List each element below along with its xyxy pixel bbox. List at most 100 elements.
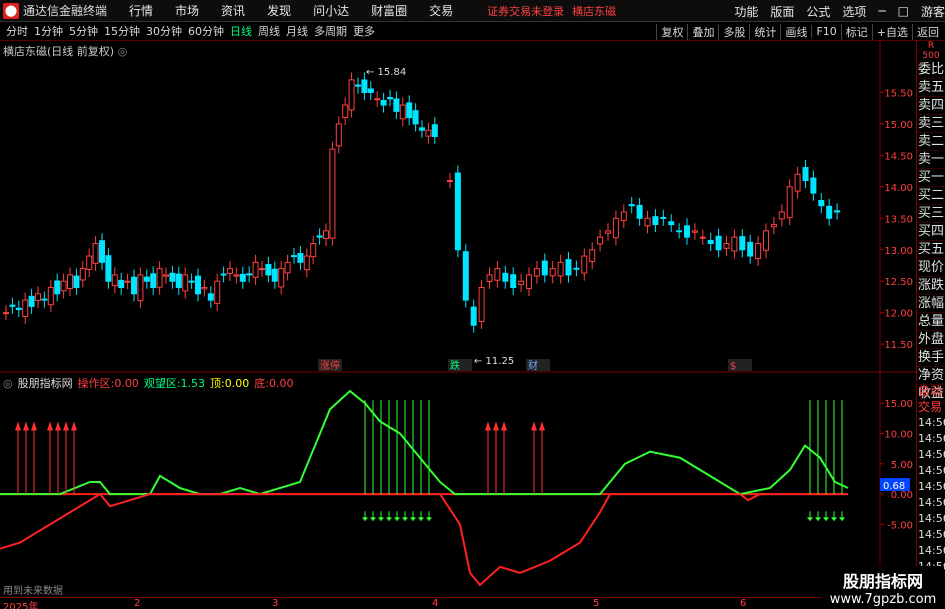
ind-tick-label-1: 10.00	[884, 429, 913, 440]
ind-tick-label-2: 5.00	[891, 460, 913, 471]
candle-b-body-5	[486, 274, 493, 282]
candle-a-body-22	[143, 276, 150, 282]
candle-b-body-42	[778, 211, 785, 220]
settings-icon[interactable]: ◎	[118, 45, 128, 58]
marker-1: 跌	[450, 359, 460, 372]
menu-item-wealth[interactable]: 财富圈	[371, 2, 407, 19]
tab-30min[interactable]: 30分钟	[146, 23, 182, 39]
quote-label-14: 总量	[917, 314, 945, 331]
btn-draw[interactable]: 画线	[780, 23, 811, 40]
menu-item-quotes[interactable]: 行情	[129, 2, 153, 19]
settings-icon[interactable]: ◎	[3, 377, 13, 390]
marker-2: 财	[528, 359, 538, 372]
btn-mark[interactable]: 标记	[840, 23, 872, 40]
login-warning[interactable]: 证券交易未登录	[487, 3, 564, 19]
menu-item-ask[interactable]: 问小达	[313, 2, 349, 19]
y-tick-label-0: 15.50	[884, 88, 913, 99]
candle-b-body-27	[660, 216, 667, 219]
candlestick-chart[interactable]: 15.50 15.00 14.50 14.00 13.50 13.00 12.50 12.00…	[0, 41, 916, 373]
menu-function[interactable]: 功能	[734, 3, 758, 20]
candle-b-body-0	[447, 180, 453, 183]
ind-tick-label-4: -5.00	[887, 520, 913, 531]
quote-label-15: 外盘	[917, 332, 945, 349]
tab-monthly[interactable]: 月线	[286, 23, 308, 39]
menu-item-trade[interactable]: 交易	[429, 2, 453, 19]
y-tick-label-6: 12.50	[884, 277, 913, 288]
guest-label[interactable]: 游客	[921, 3, 945, 20]
tab-5min[interactable]: 5分钟	[69, 23, 98, 39]
minimize-icon[interactable]: ─	[878, 4, 885, 18]
tab-60min[interactable]: 60分钟	[188, 23, 224, 39]
candle-b-body-2	[462, 251, 469, 301]
trade-label-5: 14:56	[918, 464, 945, 477]
trade-label-8: 14:56	[918, 512, 945, 525]
btn-multi-stock[interactable]: 多股	[718, 23, 749, 40]
candle-b-body-30	[684, 225, 690, 238]
quote-label-2: 卖四	[917, 98, 945, 115]
btn-overlay[interactable]: 叠加	[687, 23, 718, 40]
candle-a-body-51	[329, 148, 336, 239]
btn-f10[interactable]: F10	[811, 25, 840, 38]
tab-multi[interactable]: 多周期	[314, 23, 347, 39]
tab-more[interactable]: 更多	[353, 23, 375, 39]
candle-b-body-29	[676, 230, 683, 233]
menu-formula[interactable]: 公式	[806, 3, 830, 20]
tab-timeshare[interactable]: 分时	[6, 23, 28, 39]
tab-1min[interactable]: 1分钟	[34, 23, 63, 39]
indicator-chart[interactable]: 15.0010.005.000.00-5.000.68	[0, 373, 916, 597]
candle-b-body-49	[834, 210, 841, 213]
trade-label-3: 14:56	[918, 432, 945, 445]
trade-label-0[interactable]: 自动	[917, 383, 945, 399]
menu-item-news[interactable]: 资讯	[221, 2, 245, 19]
quote-label-16: 换手	[917, 350, 945, 367]
menu-item-market[interactable]: 市场	[175, 2, 199, 19]
candle-b-body-36	[731, 236, 738, 252]
candle-a-body-6	[41, 298, 48, 301]
candle-a-body-53	[342, 104, 349, 119]
tab-weekly[interactable]: 周线	[258, 23, 280, 39]
candle-b-body-9	[518, 280, 525, 286]
candle-a-body-8	[54, 280, 61, 295]
maximize-icon[interactable]: □	[898, 4, 909, 18]
date-axis: 2025年 2 3 4 5 6	[0, 597, 915, 609]
menu-item-discover[interactable]: 发现	[267, 2, 291, 19]
btn-stats[interactable]: 统计	[749, 23, 780, 40]
candle-a-body-32	[207, 293, 214, 301]
candle-a-body-48	[310, 242, 317, 258]
tab-15min[interactable]: 15分钟	[104, 23, 140, 39]
candle-a-body-31	[201, 287, 208, 290]
trade-label-6: 14:56	[918, 480, 945, 493]
menu-layout[interactable]: 版面	[770, 3, 794, 20]
candle-b-body-19	[597, 236, 604, 245]
indicator-header: ◎ 股朋指标网 操作区:0.00 观望区:1.53 顶:0.00 底:0.00	[3, 375, 293, 391]
tab-daily[interactable]: 日线	[230, 23, 252, 39]
candle-a-body-58	[374, 98, 381, 101]
candle-a-body-5	[35, 293, 41, 301]
candle-b-body-12	[541, 260, 548, 276]
candle-a-body-54	[348, 79, 355, 111]
candle-b-body-44	[794, 173, 801, 192]
candle-a-body-16	[105, 255, 112, 282]
quote-label-10: 买五	[917, 242, 945, 259]
period-toolbar: 分时 1分钟 5分钟 15分钟 30分钟 60分钟 日线 周线 月线 多周期 更…	[0, 22, 945, 41]
candle-a-body-59	[380, 99, 387, 106]
candle-a-body-60	[387, 97, 393, 100]
candle-b-body-17	[581, 255, 588, 274]
candle-a-body-1	[9, 304, 16, 307]
y-tick-label-4: 13.50	[884, 214, 913, 225]
btn-add-watch[interactable]: +自选	[871, 23, 912, 40]
ind-tick-label-0: 15.00	[884, 399, 913, 410]
candle-a-body-46	[297, 253, 304, 263]
btn-back[interactable]: 返回	[912, 23, 943, 40]
trade-label-1[interactable]: 交易	[917, 399, 945, 415]
candle-a-body-19	[124, 280, 131, 283]
candle-a-body-56	[361, 79, 368, 93]
btn-adjust[interactable]: 复权	[656, 23, 687, 40]
candle-b-body-28	[668, 221, 675, 226]
candle-a-body-57	[367, 88, 374, 93]
menu-options[interactable]: 选项	[842, 3, 866, 20]
candle-b-body-22	[620, 211, 627, 222]
quote-label-12: 涨跌	[917, 278, 945, 295]
candle-b-body-26	[652, 216, 659, 226]
candle-a-body-41	[265, 263, 272, 276]
